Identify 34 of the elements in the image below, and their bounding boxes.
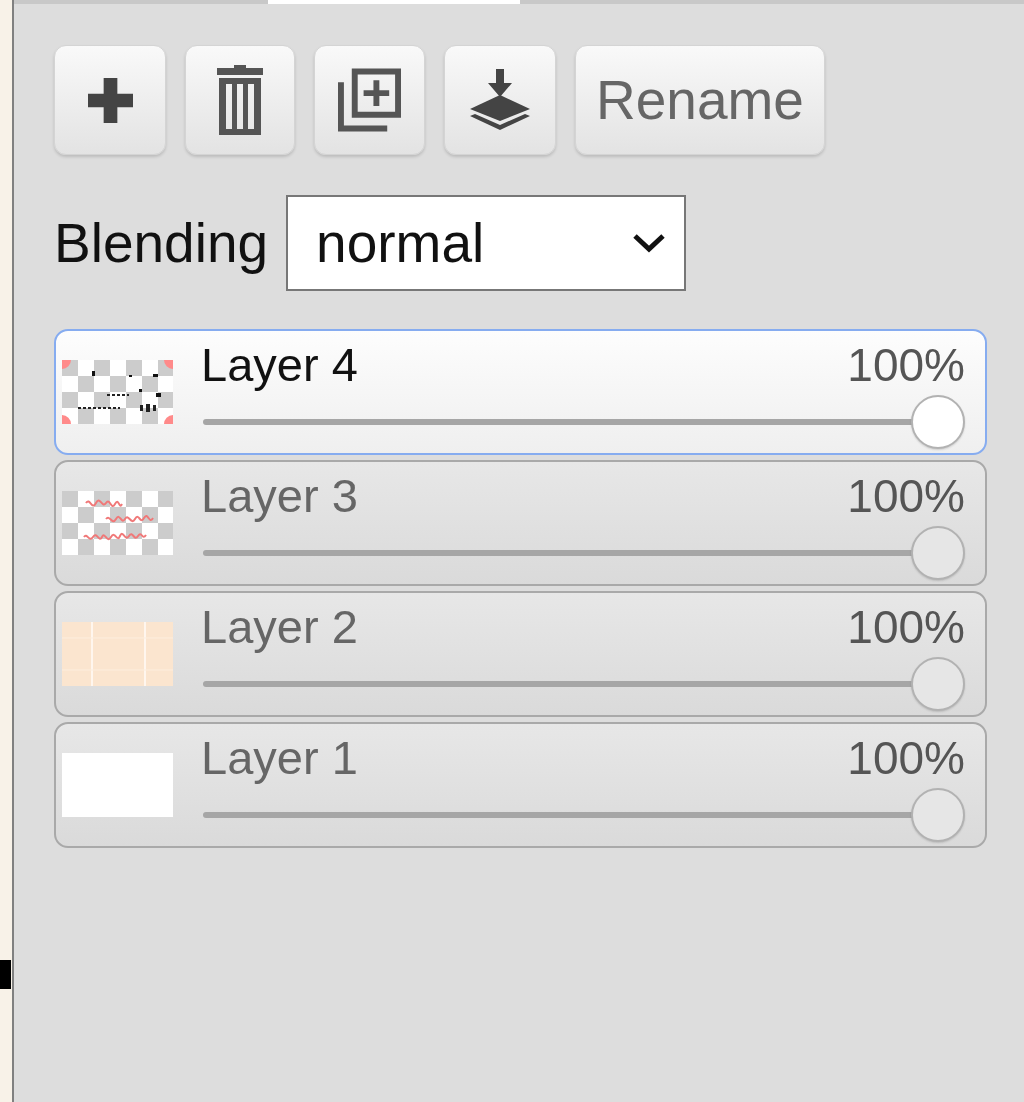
duplicate-layer-button[interactable] — [314, 45, 425, 155]
layer-row[interactable]: Layer 2 100% — [54, 591, 987, 717]
opacity-value: 100% — [847, 470, 965, 522]
duplicate-icon — [338, 68, 401, 132]
opacity-slider[interactable] — [203, 788, 965, 842]
plus-icon — [87, 77, 133, 123]
opacity-value: 100% — [847, 732, 965, 784]
layer-name: Layer 4 — [201, 339, 358, 391]
layers-arrow-icon — [470, 69, 530, 131]
opacity-slider[interactable] — [203, 526, 965, 580]
chevron-icon — [632, 233, 667, 253]
canvas-mark — [0, 960, 11, 989]
opacity-value: 100% — [847, 339, 965, 391]
opacity-slider[interactable] — [203, 657, 965, 711]
opacity-slider[interactable] — [203, 395, 965, 449]
slider-thumb[interactable] — [911, 788, 965, 842]
layer-name: Layer 1 — [201, 732, 358, 784]
slider-thumb[interactable] — [911, 526, 965, 580]
layer-row[interactable]: Layer 4 100% — [54, 329, 987, 455]
opacity-value: 100% — [847, 601, 965, 653]
blending-select[interactable]: normal — [286, 195, 687, 291]
slider-thumb[interactable] — [911, 657, 965, 711]
trash-icon — [217, 65, 263, 135]
slider-thumb[interactable] — [911, 395, 965, 449]
layer-name: Layer 3 — [201, 470, 358, 522]
tab[interactable] — [268, 0, 520, 4]
merge-down-button[interactable] — [444, 45, 556, 155]
delete-layer-button[interactable] — [185, 45, 295, 155]
add-layer-button[interactable] — [54, 45, 166, 155]
rename-button[interactable]: Rename — [575, 45, 825, 155]
layer-row[interactable]: Layer 1 100% — [54, 722, 987, 848]
layer-name: Layer 2 — [201, 601, 358, 653]
layer-row[interactable]: Layer 3 100% — [54, 460, 987, 586]
blending-label: Blending — [54, 211, 269, 275]
